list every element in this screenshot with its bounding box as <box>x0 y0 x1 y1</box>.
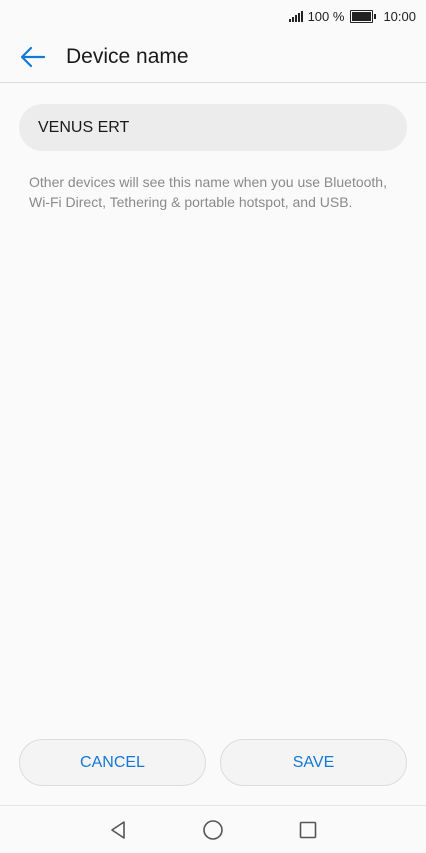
signal-icon <box>288 10 303 22</box>
clock: 10:00 <box>383 8 416 24</box>
page-title: Device name <box>66 45 189 68</box>
device-name-hint: Other devices will see this name when yo… <box>29 174 387 210</box>
back-button[interactable] <box>0 32 66 82</box>
app-bar: Device name <box>0 32 426 83</box>
nav-home-button[interactable] <box>183 806 243 853</box>
triangle-back-icon <box>111 820 125 839</box>
cancel-button[interactable]: CANCEL <box>19 739 206 786</box>
battery-icon <box>350 9 377 23</box>
nav-recents-button[interactable] <box>278 806 338 853</box>
nav-back-button[interactable] <box>88 806 148 853</box>
circle-home-icon <box>203 819 223 840</box>
device-name-input[interactable] <box>19 104 407 151</box>
arrow-left-icon <box>20 46 46 68</box>
battery-percent: 100 % <box>307 8 345 24</box>
square-recents-icon <box>299 821 317 838</box>
navigation-bar <box>0 805 426 853</box>
save-button[interactable]: SAVE <box>220 739 407 786</box>
status-bar: 100 % 10:00 <box>0 0 426 32</box>
